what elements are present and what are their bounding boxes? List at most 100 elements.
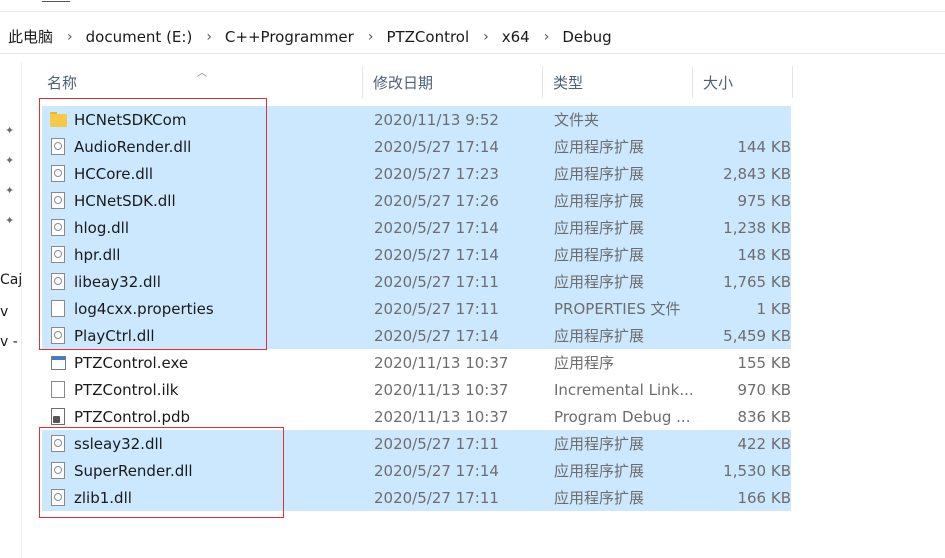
file-row[interactable]: AudioRender.dll 2020/5/27 17:14 应用程序扩展 144 … (42, 133, 791, 160)
file-list[interactable]: HCNetSDKCom 2020/11/13 9:52 文件夹 AudioRender… (42, 106, 791, 511)
file-row[interactable]: zlib1.dll 2020/5/27 17:11 应用程序扩展 166 KB (42, 484, 791, 511)
file-type: 应用程序扩展 (554, 246, 645, 264)
file-row[interactable]: PTZControl.ilk 2020/11/13 10:37 Incrementa… (42, 376, 791, 403)
file-size: 155 KB (737, 353, 791, 372)
file-row[interactable]: libeay32.dll 2020/5/27 17:11 应用程序扩展 1,765 K… (42, 268, 791, 295)
file-type: 应用程序扩展 (554, 462, 645, 480)
file-row[interactable]: PTZControl.exe 2020/11/13 10:37 应用程序 155 KB (42, 349, 791, 376)
breadcrumb-label: x64 (501, 27, 530, 46)
file-icon-cell (42, 408, 74, 425)
breadcrumb-drive[interactable]: document (E:) › (86, 28, 225, 46)
pin-icon: ✦ (5, 214, 15, 227)
nav-item-fragment[interactable]: v - (0, 334, 18, 350)
column-header-row: 名称 修改日期 类型 大小 (37, 66, 793, 98)
file-row[interactable]: hlog.dll 2020/5/27 17:14 应用程序扩展 1,238 KB (42, 214, 791, 241)
file-size: 1,765 KB (723, 272, 791, 291)
file-size: 1 KB (756, 299, 791, 318)
file-modified-date: 2020/5/27 17:26 (374, 191, 499, 210)
file-row[interactable]: PTZControl.pdb 2020/11/13 10:37 Program De… (42, 403, 791, 430)
breadcrumb-cpp-programmer[interactable]: C++Programmer › (225, 28, 387, 46)
dll-file-icon (51, 273, 65, 290)
breadcrumb-label: 此电脑 (8, 28, 54, 46)
title-bar-strip (0, 0, 945, 12)
file-name: HCCore.dll (74, 164, 154, 183)
file-name: PTZControl.pdb (74, 407, 191, 426)
column-header-date[interactable]: 修改日期 (363, 66, 543, 98)
address-bar[interactable]: 此电脑 › document (E:) › C++Programmer › PTZCo… (0, 20, 945, 54)
file-size: 422 KB (737, 434, 791, 453)
file-name: PlayCtrl.dll (74, 326, 155, 345)
file-modified-date: 2020/5/27 17:14 (374, 245, 499, 264)
chevron-right-icon[interactable]: › (67, 29, 73, 45)
file-name: hpr.dll (74, 245, 121, 264)
dll-file-icon (51, 165, 65, 182)
file-name: PTZControl.exe (74, 353, 189, 372)
exe-file-icon (50, 355, 66, 370)
breadcrumb-debug[interactable]: Debug (562, 28, 611, 46)
breadcrumb-this-pc[interactable]: 此电脑 › (8, 26, 86, 47)
dll-file-icon (51, 435, 65, 452)
pin-icon: ✦ (5, 184, 15, 197)
column-header-name[interactable]: 名称 (37, 66, 363, 98)
file-row[interactable]: ssleay32.dll 2020/5/27 17:11 应用程序扩展 422 KB (42, 430, 791, 457)
file-modified-date: 2020/5/27 17:14 (374, 218, 499, 237)
column-header-size[interactable]: 大小 (693, 66, 793, 98)
file-size: 1,530 KB (723, 461, 791, 480)
file-icon-cell (42, 246, 74, 263)
file-type: 应用程序扩展 (554, 219, 645, 237)
chevron-right-icon[interactable]: › (368, 29, 374, 45)
file-row[interactable]: SuperRender.dll 2020/5/27 17:14 应用程序扩展 1,53… (42, 457, 791, 484)
blank-file-icon (51, 300, 65, 317)
file-name: hlog.dll (74, 218, 129, 237)
breadcrumb-label: PTZControl (386, 27, 470, 46)
chevron-right-icon[interactable]: › (544, 29, 550, 45)
breadcrumb-ptzcontrol[interactable]: PTZControl › (386, 28, 501, 46)
blank-file-icon (51, 381, 65, 398)
file-icon-cell (42, 355, 74, 370)
file-type: 应用程序扩展 (554, 435, 645, 453)
file-type: 应用程序 (554, 354, 615, 372)
file-size: 970 KB (737, 380, 791, 399)
dll-file-icon (51, 138, 65, 155)
file-icon-cell (42, 381, 74, 398)
pdb-file-icon (51, 408, 65, 425)
dll-file-icon (51, 192, 65, 209)
file-type: PROPERTIES 文件 (554, 300, 681, 318)
pin-icon: ✦ (5, 124, 15, 137)
file-type: 应用程序扩展 (554, 489, 645, 507)
file-modified-date: 2020/11/13 10:37 (374, 353, 509, 372)
title-fragment (42, 0, 70, 2)
breadcrumb-x64[interactable]: x64 › (502, 28, 563, 46)
chevron-right-icon[interactable]: › (206, 29, 212, 45)
file-icon-cell (42, 489, 74, 506)
file-icon-cell (42, 462, 74, 479)
file-name: zlib1.dll (74, 488, 132, 507)
file-modified-date: 2020/5/27 17:23 (374, 164, 499, 183)
file-row[interactable]: HCCore.dll 2020/5/27 17:23 应用程序扩展 2,843 KB (42, 160, 791, 187)
pin-icon: ✦ (5, 154, 15, 167)
nav-item-fragment[interactable]: Caj (0, 272, 21, 288)
file-type: 应用程序扩展 (554, 192, 645, 210)
file-size: 1,238 KB (723, 218, 791, 237)
file-row[interactable]: HCNetSDKCom 2020/11/13 9:52 文件夹 (42, 106, 791, 133)
file-row[interactable]: log4cxx.properties 2020/5/27 17:11 PROPERT… (42, 295, 791, 322)
breadcrumb-label: document (E:) (85, 27, 193, 46)
nav-item-fragment[interactable]: v (0, 304, 8, 320)
column-header-type[interactable]: 类型 (543, 66, 693, 98)
file-row[interactable]: HCNetSDK.dll 2020/5/27 17:26 应用程序扩展 975 KB (42, 187, 791, 214)
chevron-right-icon[interactable]: › (483, 29, 489, 45)
file-row[interactable]: PlayCtrl.dll 2020/5/27 17:14 应用程序扩展 5,459 K… (42, 322, 791, 349)
file-modified-date: 2020/5/27 17:11 (374, 272, 499, 291)
navigation-pane[interactable]: ✦ ✦ ✦ ✦ Caj v v - (0, 62, 22, 558)
file-modified-date: 2020/5/27 17:14 (374, 137, 499, 156)
file-modified-date: 2020/5/27 17:11 (374, 299, 499, 318)
file-size: 2,843 KB (723, 164, 791, 183)
file-icon-cell (42, 273, 74, 290)
file-row[interactable]: hpr.dll 2020/5/27 17:14 应用程序扩展 148 KB (42, 241, 791, 268)
file-type: 应用程序扩展 (554, 165, 645, 183)
file-icon-cell (42, 165, 74, 182)
file-size: 836 KB (737, 407, 791, 426)
file-type: Program Debug ... (554, 407, 691, 426)
file-icon-cell (42, 219, 74, 236)
file-name: AudioRender.dll (74, 137, 192, 156)
